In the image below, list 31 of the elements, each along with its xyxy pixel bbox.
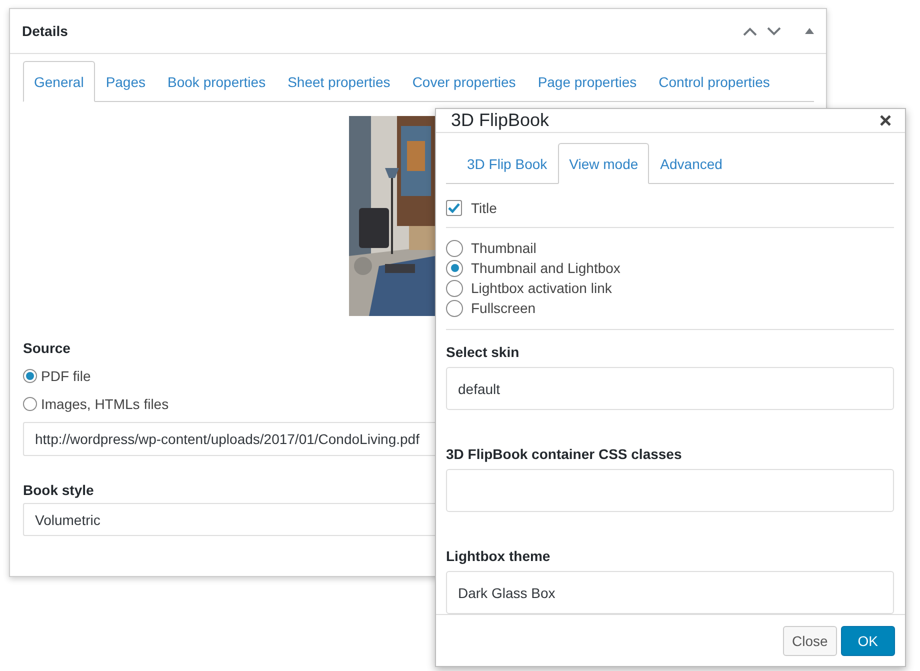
- field-label: Lightbox theme: [446, 548, 550, 564]
- close-icon[interactable]: [880, 115, 891, 126]
- checkmark-icon: [448, 203, 460, 213]
- radio-option[interactable]: Lightbox activation link: [446, 278, 894, 298]
- text-field[interactable]: Dark Glass Box: [446, 571, 894, 614]
- radio-option[interactable]: Thumbnail and Lightbox: [446, 258, 894, 278]
- chevron-up-icon[interactable]: [743, 26, 757, 36]
- text-field[interactable]: [446, 469, 894, 512]
- section-label: Source: [23, 340, 70, 356]
- tab[interactable]: General: [23, 61, 95, 102]
- text-field[interactable]: default: [446, 367, 894, 410]
- tab[interactable]: Book properties: [156, 61, 277, 102]
- field-label: Select skin: [446, 344, 520, 360]
- dialog-title: 3D FlipBook: [451, 110, 550, 131]
- tab[interactable]: Page properties: [526, 61, 648, 102]
- tab[interactable]: Cover properties: [401, 61, 527, 102]
- radio-option[interactable]: Fullscreen: [446, 298, 894, 318]
- chevron-down-icon[interactable]: [767, 26, 781, 36]
- radio-option[interactable]: Thumbnail: [446, 238, 894, 258]
- tab[interactable]: 3D Flip Book: [456, 143, 558, 184]
- triangle-up-icon[interactable]: [805, 27, 814, 35]
- field-label: Book style: [23, 482, 94, 498]
- close-button[interactable]: Close: [782, 626, 837, 656]
- ok-button[interactable]: OK: [840, 626, 895, 656]
- tab[interactable]: Sheet properties: [276, 61, 402, 102]
- tab[interactable]: Advanced: [649, 143, 734, 184]
- checkbox-option[interactable]: Title: [446, 200, 894, 216]
- tab[interactable]: Control properties: [648, 61, 781, 102]
- tab[interactable]: View mode: [558, 143, 650, 184]
- tab[interactable]: Pages: [94, 61, 157, 102]
- panel-title: Details: [22, 23, 69, 39]
